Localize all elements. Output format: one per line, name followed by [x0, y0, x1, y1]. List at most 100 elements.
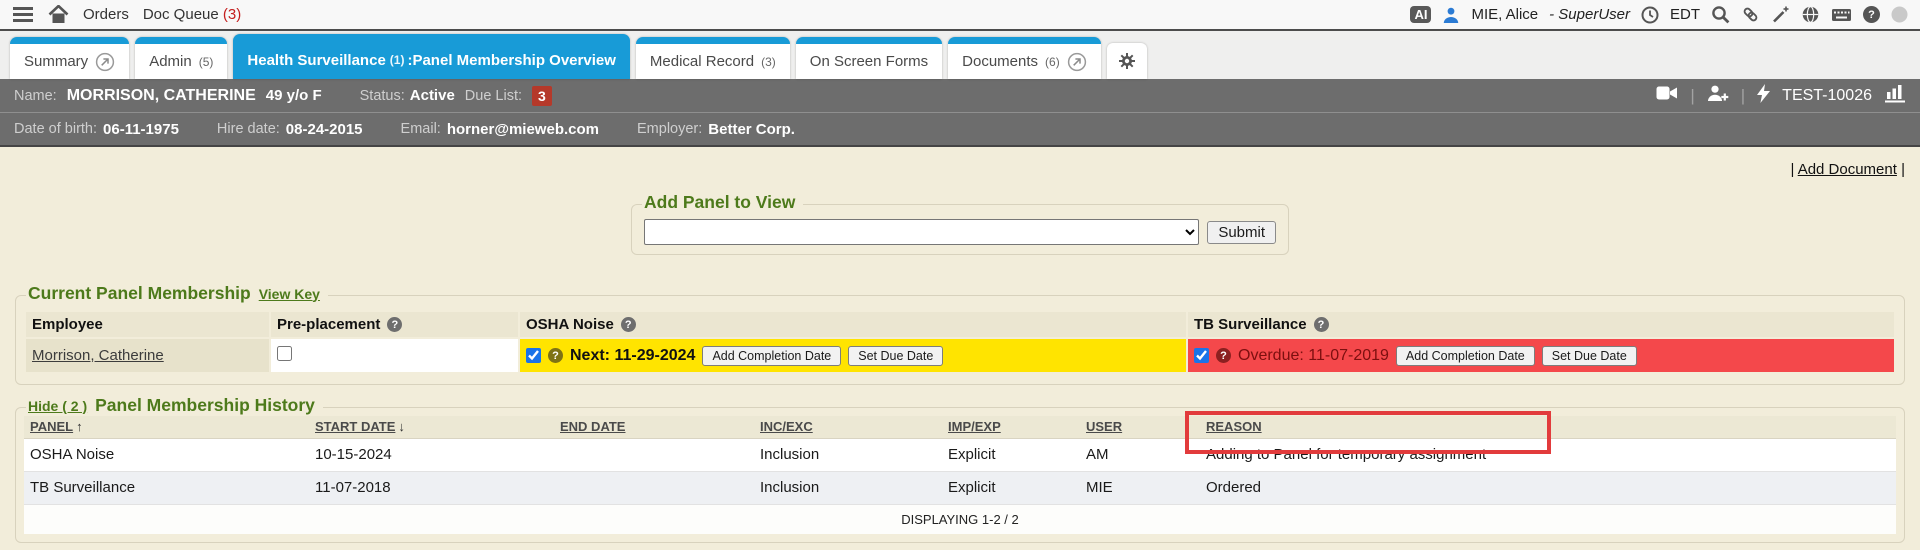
patient-hire-date: 08-24-2015: [286, 121, 363, 138]
osha-add-completion-date-button[interactable]: Add Completion Date: [702, 346, 841, 366]
osha-next-status: Next: 11-29-2024: [570, 347, 695, 365]
tab-documents[interactable]: Documents (6): [948, 37, 1101, 79]
col-start-date: START DATE↓: [309, 416, 554, 438]
col-imp-exp: IMP/EXP: [942, 416, 1080, 438]
sort-asc-icon: ↑: [76, 419, 83, 434]
membership-row: Morrison, Catherine ? Next: 11-29-2024 A…: [26, 339, 1894, 372]
tab-medical-count: (3): [761, 55, 776, 69]
preplacement-help-icon[interactable]: ?: [387, 317, 402, 332]
add-person-icon[interactable]: [1707, 84, 1729, 107]
col-osha-noise: OSHA Noise?: [520, 312, 1186, 337]
orders-menu-item[interactable]: Orders: [83, 6, 129, 23]
main-content: | Add Document | Add Panel to View Submi…: [0, 147, 1920, 550]
patient-bar-icons: | | TEST-10026: [1656, 84, 1906, 108]
tb-add-completion-date-button[interactable]: Add Completion Date: [1396, 346, 1535, 366]
tb-checkbox[interactable]: [1194, 348, 1209, 363]
hamburger-menu-icon[interactable]: [12, 6, 34, 23]
tb-set-due-date-button[interactable]: Set Due Date: [1542, 346, 1637, 366]
tab-documents-count: (6): [1045, 55, 1060, 69]
user-name[interactable]: MIE, Alice: [1471, 6, 1538, 23]
patient-employer: Better Corp.: [708, 121, 795, 138]
tab-admin[interactable]: Admin (5): [135, 37, 227, 79]
keyboard-icon[interactable]: [1831, 7, 1852, 23]
history-row: OSHA Noise 10-15-2024 Inclusion Explicit…: [24, 438, 1896, 471]
lightning-bolt-icon[interactable]: [1757, 84, 1770, 108]
submit-button[interactable]: Submit: [1207, 221, 1276, 244]
doc-queue-menu-item[interactable]: Doc Queue (3): [143, 6, 241, 23]
col-tb-surveillance: TB Surveillance?: [1188, 312, 1894, 337]
clock-icon[interactable]: [1641, 6, 1659, 24]
tab-on-screen-forms[interactable]: On Screen Forms: [796, 37, 942, 79]
popout-icon: [1067, 52, 1087, 72]
col-reason: REASON: [1200, 416, 1896, 438]
osha-help-icon[interactable]: ?: [621, 317, 636, 332]
employee-cell: Morrison, Catherine: [26, 339, 269, 372]
name-label: Name:: [14, 88, 57, 104]
osha-checkbox[interactable]: [526, 348, 541, 363]
osha-noise-cell: ? Next: 11-29-2024 Add Completion Date S…: [520, 339, 1186, 372]
top-bar: Orders Doc Queue (3) AI MIE, Alice - Sup…: [0, 0, 1920, 31]
panel-membership-history-table: PANEL↑ START DATE↓ END DATE INC/EXC IMP/…: [24, 416, 1896, 534]
view-key-link[interactable]: View Key: [259, 286, 320, 302]
patient-demographics-bar: Date of birth: 06-11-1975 Hire date: 08-…: [0, 113, 1920, 147]
ai-badge[interactable]: AI: [1410, 6, 1431, 23]
due-list-label: Due List:: [465, 88, 522, 104]
link-icon[interactable]: [1741, 5, 1760, 24]
timezone-label: EDT: [1670, 6, 1700, 23]
col-preplacement: Pre-placement?: [271, 312, 518, 337]
tab-summary[interactable]: Summary: [10, 37, 129, 79]
user-icon[interactable]: [1442, 6, 1460, 24]
tab-admin-count: (5): [199, 55, 214, 69]
wand-icon[interactable]: [1771, 5, 1790, 24]
employer-label: Employer:: [637, 121, 702, 137]
current-panel-membership-section: Current Panel Membership View Key Employ…: [15, 295, 1905, 385]
gear-icon: [1117, 51, 1137, 71]
col-panel: PANEL↑: [24, 416, 309, 438]
user-role: - SuperUser: [1549, 6, 1630, 23]
hide-history-link[interactable]: Hide ( 2 ): [28, 398, 87, 414]
current-panel-membership-table: Employee Pre-placement? OSHA Noise? TB S…: [24, 310, 1896, 374]
col-end-date: END DATE: [554, 416, 754, 438]
avatar-circle[interactable]: [1891, 6, 1908, 23]
current-panel-membership-title: Current Panel Membership: [28, 283, 251, 304]
due-list-count-badge[interactable]: 3: [532, 86, 552, 106]
email-label: Email:: [401, 121, 441, 137]
col-employee: Employee: [26, 312, 269, 337]
hire-date-label: Hire date:: [217, 121, 280, 137]
patient-status: Active: [410, 87, 455, 104]
tb-overdue-status: Overdue: 11-07-2019: [1238, 347, 1389, 365]
patient-name: MORRISON, CATHERINE: [67, 87, 256, 105]
col-user: USER: [1080, 416, 1200, 438]
add-document-row: | Add Document |: [0, 147, 1920, 178]
panel-membership-history-title: Panel Membership History: [95, 395, 315, 416]
chart-id: TEST-10026: [1782, 87, 1872, 105]
globe-icon[interactable]: [1801, 5, 1820, 24]
video-camera-icon[interactable]: [1656, 85, 1678, 106]
tab-settings-gear[interactable]: [1107, 43, 1147, 79]
panel-select[interactable]: [644, 219, 1199, 245]
add-document-link[interactable]: Add Document: [1798, 161, 1897, 178]
tb-surveillance-cell: ? Overdue: 11-07-2019 Add Completion Dat…: [1188, 339, 1894, 372]
preplacement-checkbox[interactable]: [277, 346, 292, 361]
sort-desc-icon: ↓: [398, 419, 405, 434]
chart-tab-bar: Summary Admin (5) Health Surveillance(1)…: [0, 31, 1920, 79]
dob-label: Date of birth:: [14, 121, 97, 137]
topbar-right-cluster: AI MIE, Alice - SuperUser EDT: [1410, 5, 1908, 24]
home-icon[interactable]: [48, 5, 69, 24]
osha-set-due-date-button[interactable]: Set Due Date: [848, 346, 943, 366]
tab-hs-count: (1): [390, 53, 405, 67]
history-reason-highlighted: Adding to Panel for temporary assignment: [1200, 438, 1896, 471]
flowsheet-chart-icon[interactable]: [1884, 84, 1906, 108]
tab-medical-record[interactable]: Medical Record (3): [636, 37, 790, 79]
tb-status-help-icon[interactable]: ?: [1216, 348, 1231, 363]
employee-link[interactable]: Morrison, Catherine: [32, 347, 164, 364]
osha-status-help-icon[interactable]: ?: [548, 348, 563, 363]
help-icon[interactable]: ?: [1863, 6, 1880, 23]
patient-email: horner@mieweb.com: [447, 121, 599, 138]
search-icon[interactable]: [1711, 5, 1730, 24]
tb-help-icon[interactable]: ?: [1314, 317, 1329, 332]
doc-queue-count: (3): [223, 6, 241, 23]
add-panel-fieldset: Add Panel to View Submit: [631, 204, 1289, 255]
tab-health-surveillance[interactable]: Health Surveillance(1):Panel Membership …: [233, 34, 630, 79]
tab-hs-suffix: :Panel Membership Overview: [407, 52, 615, 69]
